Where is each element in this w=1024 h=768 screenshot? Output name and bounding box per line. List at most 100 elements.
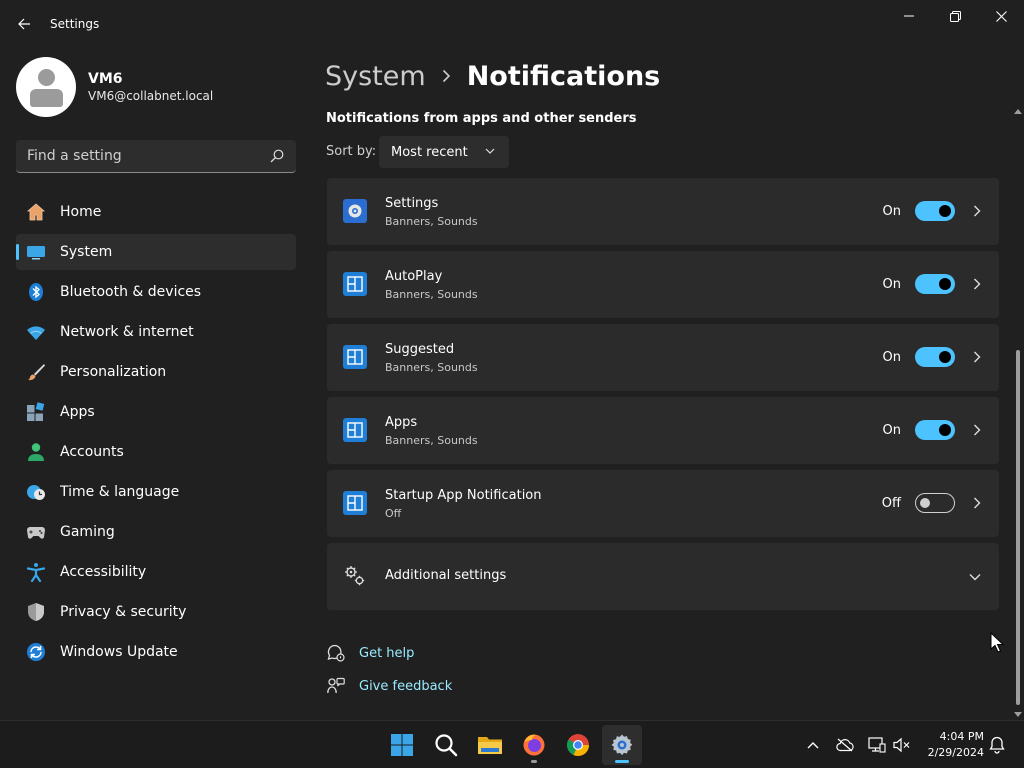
scroll-up-icon[interactable]	[1014, 108, 1022, 114]
sidebar-item-home[interactable]: Home	[16, 194, 296, 230]
scroll-thumb[interactable]	[1016, 350, 1020, 705]
taskbar-firefox[interactable]	[514, 725, 554, 765]
onedrive-tray[interactable]	[835, 735, 855, 755]
sidebar-item-privacy-security[interactable]: Privacy & security	[16, 594, 296, 630]
apps-icon	[26, 402, 46, 422]
taskbar-start-button[interactable]	[382, 725, 422, 765]
app-notification-startup-app[interactable]: Startup App Notification Off Off	[327, 470, 999, 537]
sort-label: Sort by:	[326, 144, 377, 159]
app-notification-settings[interactable]: Settings Banners, Sounds On	[327, 178, 999, 245]
give-feedback-link[interactable]: Give feedback	[326, 676, 452, 696]
sidebar-item-system[interactable]: System	[16, 234, 296, 270]
close-icon	[995, 10, 1007, 22]
profile-email: VM6@collabnet.local	[88, 89, 214, 103]
sidebar-nav: Home System Bluetooth & devices Network …	[16, 194, 296, 674]
sidebar-item-label: Windows Update	[60, 644, 178, 660]
app-detail: Banners, Sounds	[385, 434, 478, 447]
sidebar-item-gaming[interactable]: Gaming	[16, 514, 296, 550]
app-detail: Banners, Sounds	[385, 288, 478, 301]
app-detail: Banners, Sounds	[385, 215, 478, 228]
sort-value: Most recent	[391, 144, 468, 160]
home-icon	[26, 202, 46, 222]
app-title: Settings	[50, 17, 100, 31]
windows-start-icon	[391, 734, 413, 756]
sidebar-item-windows-update[interactable]: Windows Update	[16, 634, 296, 670]
breadcrumb: System Notifications	[325, 58, 660, 94]
sidebar-item-label: Accessibility	[60, 564, 147, 580]
title-bar: Settings	[0, 0, 1024, 48]
profile-name: VM6	[88, 71, 123, 87]
person-icon	[26, 442, 46, 462]
taskbar-clock[interactable]: 4:04 PM 2/29/2024	[916, 729, 984, 761]
mouse-cursor-icon	[990, 632, 1004, 653]
taskbar: 4:04 PM 2/29/2024	[0, 720, 1024, 768]
sidebar-item-time-language[interactable]: Time & language	[16, 474, 296, 510]
additional-settings-expander[interactable]: Additional settings	[327, 543, 999, 610]
sidebar-item-bluetooth[interactable]: Bluetooth & devices	[16, 274, 296, 310]
close-button[interactable]	[978, 0, 1024, 32]
app-name: Suggested	[385, 342, 455, 357]
notification-center-button[interactable]	[987, 735, 1007, 755]
sidebar-item-personalization[interactable]: Personalization	[16, 354, 296, 390]
taskbar-file-explorer[interactable]	[470, 725, 510, 765]
search-box	[16, 140, 296, 173]
brush-icon	[26, 362, 46, 382]
app-notification-autoplay[interactable]: AutoPlay Banners, Sounds On	[327, 251, 999, 318]
search-icon[interactable]	[270, 149, 284, 163]
app-notification-apps[interactable]: Apps Banners, Sounds On	[327, 397, 999, 464]
help-chat-icon	[326, 643, 346, 663]
app-name: AutoPlay	[385, 269, 443, 284]
app-notification-suggested[interactable]: Suggested Banners, Sounds On	[327, 324, 999, 391]
taskbar-settings[interactable]	[602, 725, 642, 765]
sidebar-item-accessibility[interactable]: Accessibility	[16, 554, 296, 590]
sidebar-item-apps[interactable]: Apps	[16, 394, 296, 430]
sidebar-item-label: Privacy & security	[60, 604, 187, 620]
volume-tray[interactable]	[892, 735, 912, 755]
search-input[interactable]	[16, 148, 256, 164]
gamepad-icon	[26, 522, 46, 542]
maximize-button[interactable]	[932, 0, 978, 32]
generic-app-icon	[343, 272, 367, 296]
wifi-icon	[26, 322, 46, 342]
user-profile[interactable]: VM6 VM6@collabnet.local	[16, 57, 213, 117]
chevron-right-icon	[442, 69, 451, 83]
sidebar-item-label: Apps	[60, 404, 95, 420]
notification-toggle[interactable]	[915, 347, 955, 367]
file-explorer-icon	[478, 737, 502, 754]
toggle-state-label: On	[882, 277, 901, 292]
gears-icon	[345, 566, 365, 586]
sort-dropdown[interactable]: Most recent	[379, 136, 509, 168]
running-indicator	[531, 760, 537, 763]
get-help-link[interactable]: Get help	[326, 643, 452, 663]
scrollbar[interactable]	[1012, 108, 1024, 720]
chevron-right-icon	[974, 424, 981, 436]
notification-toggle[interactable]	[915, 493, 955, 513]
network-icon	[868, 737, 886, 753]
sidebar-item-label: System	[60, 244, 113, 260]
app-detail: Banners, Sounds	[385, 361, 478, 374]
minimize-button[interactable]	[886, 0, 932, 32]
chevron-right-icon	[974, 205, 981, 217]
toggle-state-label: On	[882, 350, 901, 365]
section-title: Notifications from apps and other sender…	[326, 111, 637, 126]
show-hidden-icons-button[interactable]	[803, 735, 823, 755]
avatar	[16, 57, 76, 117]
taskbar-chrome[interactable]	[558, 725, 598, 765]
back-button[interactable]	[10, 10, 38, 38]
notification-toggle[interactable]	[915, 274, 955, 294]
chevron-down-icon	[485, 148, 495, 154]
notification-toggle[interactable]	[915, 201, 955, 221]
breadcrumb-parent[interactable]: System	[325, 61, 426, 92]
taskbar-search-button[interactable]	[426, 725, 466, 765]
scroll-down-icon[interactable]	[1014, 712, 1022, 718]
sidebar-item-network[interactable]: Network & internet	[16, 314, 296, 350]
sidebar-item-accounts[interactable]: Accounts	[16, 434, 296, 470]
minimize-icon	[904, 15, 914, 17]
notification-toggle[interactable]	[915, 420, 955, 440]
update-icon	[26, 642, 46, 662]
generic-app-icon	[343, 491, 367, 515]
accessibility-icon	[26, 562, 46, 582]
cloud-offline-icon	[836, 738, 854, 752]
network-tray[interactable]	[867, 735, 887, 755]
sidebar-item-label: Home	[60, 204, 102, 220]
